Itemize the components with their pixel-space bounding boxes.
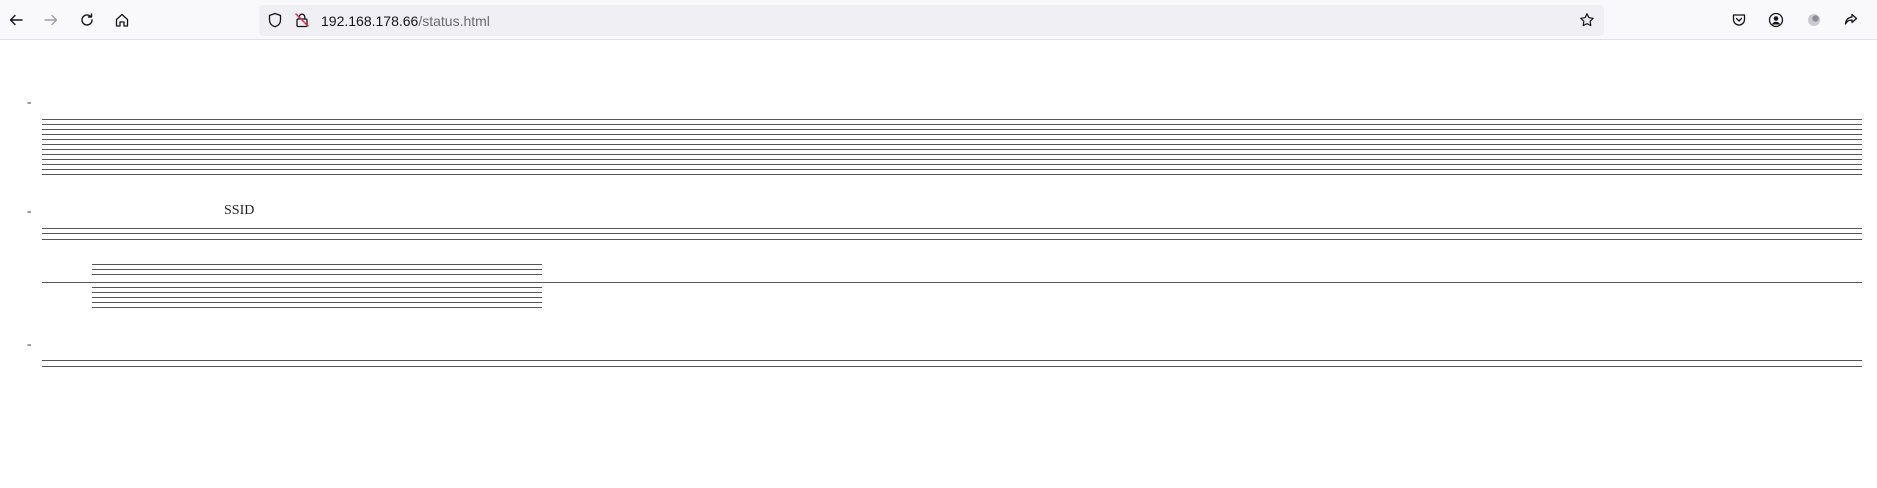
separator-line <box>92 292 542 293</box>
separator-line <box>42 124 1862 125</box>
section-marker-1: - <box>27 94 32 109</box>
separator-line <box>42 159 1862 160</box>
separator-line <box>42 144 1862 145</box>
separator-line <box>42 129 1862 130</box>
separator-line <box>42 139 1862 140</box>
separator-line <box>92 269 542 270</box>
separator-line <box>42 164 1862 165</box>
section-marker-2: - <box>27 203 32 218</box>
page-content: - - SSID - <box>0 0 1877 488</box>
separator-line <box>42 149 1862 150</box>
separator-line <box>92 264 542 265</box>
separator-line <box>42 366 1862 367</box>
separator-line <box>42 169 1862 170</box>
separator-line <box>92 274 542 275</box>
separator-line <box>42 134 1862 135</box>
separator-line <box>92 297 542 298</box>
separator-line <box>92 302 542 303</box>
separator-line <box>42 174 1862 175</box>
separator-line <box>42 154 1862 155</box>
section-marker-3: - <box>27 336 32 351</box>
separator-line <box>92 287 542 288</box>
ssid-label: SSID <box>224 203 255 218</box>
separator-line <box>42 233 1862 234</box>
separator-line <box>42 119 1862 120</box>
separator-line <box>42 239 1862 240</box>
separator-line <box>92 307 542 308</box>
separator-line <box>42 282 1862 283</box>
separator-line <box>42 228 1862 229</box>
separator-line <box>42 360 1862 361</box>
